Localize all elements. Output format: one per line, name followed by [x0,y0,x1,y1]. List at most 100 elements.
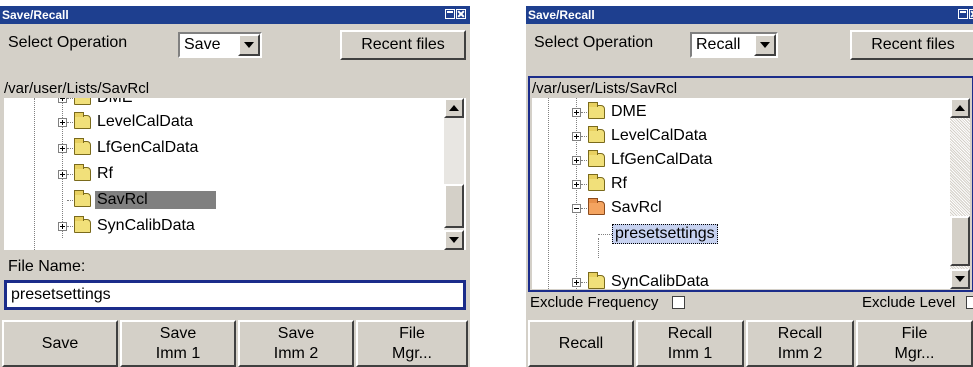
select-operation-label: Select Operation [534,34,654,51]
recent-files-label: Recent files [361,36,445,53]
close-icon[interactable] [456,9,466,19]
button-line2: Imm 1 [155,344,201,362]
tree-item-rf[interactable]: Rf [58,162,115,186]
vertical-scrollbar[interactable] [950,98,970,289]
tree-item-dme[interactable]: DME [572,100,649,124]
tree-item-label-selected: SavRcl [95,191,216,209]
tree-item-syncalibdata[interactable]: SynCalibData [58,214,197,238]
recent-files-button[interactable]: Recent files [850,30,973,60]
recall-button[interactable]: Recall [528,320,634,367]
expand-icon[interactable] [572,131,581,141]
expand-icon[interactable] [58,169,67,179]
recall-imm2-button[interactable]: Recall Imm 2 [746,320,854,367]
recent-files-button[interactable]: Recent files [340,30,466,60]
tree-item-label: LfGenCalData [97,139,199,156]
tree-item-presetsettings[interactable]: presetsettings [598,222,718,246]
expand-icon[interactable] [58,221,67,231]
save-button[interactable]: Save [2,320,118,367]
file-manager-button[interactable]: File Mgr... [356,320,468,367]
scroll-down-button[interactable] [444,230,464,250]
tree-item-label: LevelCalData [97,113,194,130]
button-line2: Imm 2 [273,344,319,362]
button-line1: Save [159,324,197,342]
file-tree[interactable]: DME LevelCalData LfGenCalData Rf SavRcl … [532,98,970,289]
scroll-thumb[interactable] [950,216,970,266]
tree-item-dme[interactable]: DME [58,98,135,110]
tree-item-syncalibdata[interactable]: SynCalibData [572,270,711,289]
button-line1: File [901,324,928,342]
operation-value: Save [184,36,221,53]
operation-value: Recall [696,36,741,53]
operation-select[interactable]: Save [178,32,262,58]
chevron-down-icon [244,42,254,48]
file-name-value: presetsettings [11,286,111,303]
tree-item-lfgencaldata[interactable]: LfGenCalData [58,136,200,160]
tree-item-label: SavRcl [611,199,662,216]
window-title: Save/Recall [2,8,69,22]
expand-icon[interactable] [572,155,581,165]
button-line2: Imm 1 [667,344,713,362]
file-tree[interactable]: DME LevelCalData LfGenCalData Rf SavRcl … [4,98,466,250]
scroll-up-button[interactable] [444,98,464,118]
folder-icon [588,102,605,119]
title-bar: Save/Recall [0,6,470,24]
recent-files-label: Recent files [871,36,955,53]
window-title: Save/Recall [528,8,595,22]
expand-icon[interactable] [572,179,581,189]
folder-icon [588,272,605,289]
folder-icon [588,150,605,167]
tree-item-levelcaldata[interactable]: LevelCalData [572,124,709,148]
expand-icon[interactable] [58,143,67,153]
folder-icon [588,174,605,191]
chevron-down-icon [760,42,770,48]
save-recall-window-save: Save/Recall Select Operation Save Recent… [0,6,470,367]
button-line1: Recall [777,324,823,342]
save-imm2-button[interactable]: Save Imm 2 [238,320,354,367]
scroll-down-button[interactable] [950,269,970,289]
tree-item-label: DME [611,103,647,120]
tree-item-levelcaldata[interactable]: LevelCalData [58,110,195,134]
arrow-up-icon [955,105,965,111]
tree-item-label: LfGenCalData [611,151,713,168]
expand-icon[interactable] [58,117,67,127]
exclude-level-checkbox[interactable] [966,296,973,309]
tree-item-label: DME [95,98,135,107]
folder-icon [74,98,91,105]
folder-icon [74,216,91,233]
expand-icon[interactable] [58,98,67,103]
button-line1: Recall [667,324,713,342]
maximize-icon[interactable] [958,9,968,19]
dropdown-arrow-button[interactable] [754,34,776,56]
collapse-icon[interactable] [572,203,581,213]
exclude-frequency-checkbox[interactable] [672,296,685,309]
file-name-field[interactable]: presetsettings [4,280,466,310]
arrow-down-icon [955,276,965,282]
button-line2: Mgr... [894,344,935,362]
tree-root-line [34,98,35,250]
expand-icon[interactable] [572,107,581,117]
tree-item-rf[interactable]: Rf [572,172,629,196]
tree-item-savrcl[interactable]: SavRcl [58,188,216,212]
tree-item-lfgencaldata[interactable]: LfGenCalData [572,148,714,172]
current-path: /var/user/Lists/SavRcl [4,80,150,97]
tree-item-savrcl[interactable]: SavRcl [572,196,664,220]
vertical-scrollbar[interactable] [444,98,464,250]
close-icon[interactable] [969,9,973,19]
save-imm1-button[interactable]: Save Imm 1 [120,320,236,367]
open-folder-icon [588,198,605,215]
scroll-up-button[interactable] [950,98,970,118]
maximize-icon[interactable] [445,9,455,19]
button-line2: Mgr... [391,344,432,362]
arrow-up-icon [449,105,459,111]
folder-icon [74,138,91,155]
tree-item-label: SynCalibData [97,217,195,234]
folder-icon [74,112,91,129]
operation-select[interactable]: Recall [690,32,778,58]
file-manager-button[interactable]: File Mgr... [856,320,973,367]
expand-icon[interactable] [572,277,581,287]
recall-imm1-button[interactable]: Recall Imm 1 [636,320,744,367]
dropdown-arrow-button[interactable] [238,34,260,56]
scroll-thumb[interactable] [444,184,464,228]
tree-item-label: Rf [97,165,113,182]
title-bar: Save/Recall [526,6,973,24]
